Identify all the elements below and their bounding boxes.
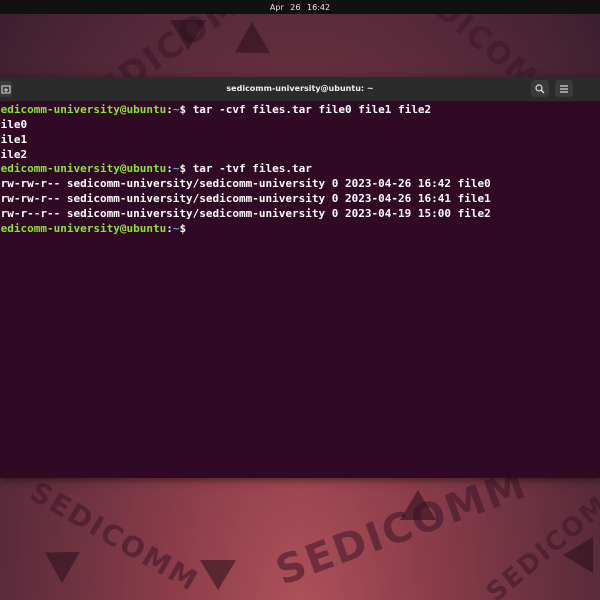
- prompt-separator: :: [166, 222, 173, 235]
- output-text: file2: [0, 148, 28, 161]
- wallpaper-triangle: [170, 20, 206, 50]
- terminal-line: file2: [0, 147, 27, 162]
- wallpaper-triangle: [200, 560, 236, 590]
- command-text: tar -tvf files.tar: [192, 162, 312, 175]
- wallpaper-triangle: [36, 536, 80, 584]
- prompt-user: sedicomm-university@ubuntu: [0, 162, 167, 175]
- output-text: -rw-rw-r-- sedicomm-university/sedicomm-…: [0, 192, 491, 205]
- prompt-separator: :: [166, 103, 173, 116]
- terminal-line: sedicomm-university@ubuntu:~$: [0, 220, 200, 235]
- window-title: sedicomm-university@ubuntu: ~: [226, 84, 374, 93]
- prompt-user: sedicomm-university@ubuntu: [0, 222, 167, 235]
- terminal-line: sedicomm-university@ubuntu:~$ tar -cvf f…: [0, 102, 431, 117]
- output-text: file0: [0, 118, 28, 131]
- search-icon: [535, 83, 545, 93]
- wallpaper-triangle: [563, 537, 593, 573]
- hamburger-menu-icon: [560, 84, 568, 93]
- terminal-line: -rw-rw-r-- sedicomm-university/sedicomm-…: [0, 191, 491, 206]
- terminal-line: file0: [0, 117, 27, 132]
- terminal-line: sedicomm-university@ubuntu:~$ tar -tvf f…: [0, 161, 312, 176]
- terminal-titlebar[interactable]: sedicomm-university@ubuntu: ~: [0, 77, 600, 102]
- terminal-line: file1: [0, 132, 27, 147]
- wallpaper-triangle: [226, 21, 270, 69]
- wallpaper-watermark: SEDICOMM: [24, 474, 205, 599]
- terminal-line: -rw-rw-r-- sedicomm-university/sedicomm-…: [0, 176, 491, 191]
- output-text: -rw-r--r-- sedicomm-university/sedicomm-…: [0, 207, 491, 220]
- terminal-output[interactable]: sedicomm-university@ubuntu:~$ tar -cvf f…: [0, 102, 600, 478]
- prompt-symbol: $: [179, 222, 193, 235]
- prompt-symbol: $: [179, 162, 193, 175]
- prompt-separator: :: [166, 162, 173, 175]
- terminal-cursor: [193, 220, 200, 232]
- prompt-user: sedicomm-university@ubuntu: [0, 103, 167, 116]
- top-bar: Apr 26 16:42: [0, 0, 600, 14]
- terminal-line: -rw-r--r-- sedicomm-university/sedicomm-…: [0, 206, 491, 221]
- terminal-window[interactable]: sedicomm-university@ubuntu: ~ sedicomm-u…: [0, 77, 600, 478]
- wallpaper-triangle: [400, 490, 436, 520]
- menu-button[interactable]: [555, 80, 573, 97]
- clock[interactable]: Apr 26 16:42: [270, 3, 330, 12]
- output-text: -rw-rw-r-- sedicomm-university/sedicomm-…: [0, 177, 491, 190]
- output-text: file1: [0, 133, 28, 146]
- search-button[interactable]: [531, 80, 549, 97]
- prompt-symbol: $: [179, 103, 193, 116]
- command-text: tar -cvf files.tar file0 file1 file2: [192, 103, 432, 116]
